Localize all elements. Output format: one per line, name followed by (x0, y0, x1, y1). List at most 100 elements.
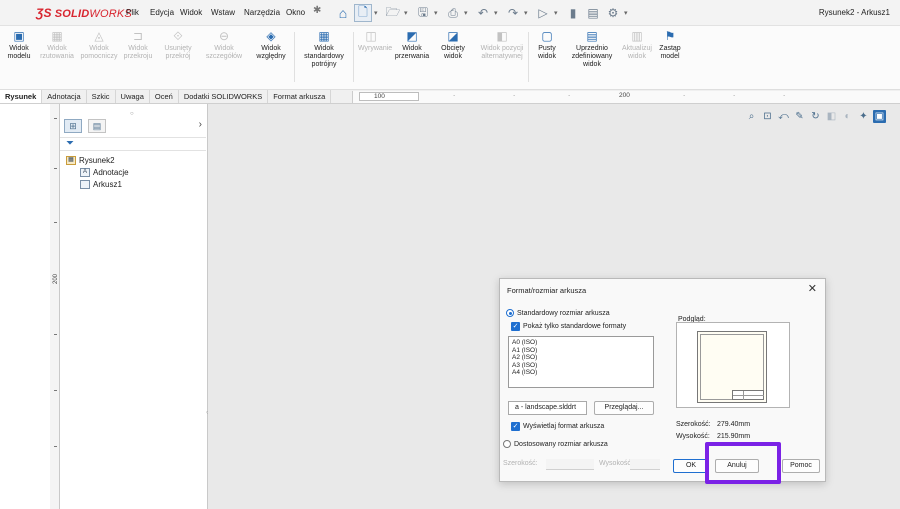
checkmark-icon: ✓ (511, 422, 520, 431)
tree-item-drawing[interactable]: ▦ Rysunek2 (66, 156, 115, 165)
tree-item-label: Adnotacje (93, 168, 129, 177)
chevron-right-icon[interactable]: › (199, 119, 202, 130)
tree-filter[interactable]: ⏷ (60, 137, 206, 151)
ribbon-button-14[interactable]: ▥ Aktualizuj widok (621, 29, 653, 61)
solidworks-logo[interactable]: ƷS SOLIDWORKS (36, 6, 132, 20)
file-properties-icon[interactable]: ▤ (584, 4, 602, 22)
ribbon-separator (353, 32, 354, 82)
ok-button[interactable]: OK (673, 459, 709, 473)
ribbon-button-8[interactable]: ◫ Wyrywanie (358, 29, 392, 53)
custom-size-radio[interactable]: Dostosowany rozmiar arkusza (503, 440, 608, 448)
rotate-icon[interactable]: ↻ (809, 110, 822, 123)
list-item[interactable]: A4 (ISO) (512, 369, 650, 377)
zoom-to-area-icon[interactable]: ⊡ (761, 110, 774, 123)
ribbon-button-2[interactable]: ◬ Widok pomocniczy (80, 29, 118, 61)
filter-icon[interactable]: ⏷ (66, 138, 74, 149)
previous-view-icon[interactable]: ⤺ (777, 110, 790, 123)
document-title: Rysunek2 - Arkusz1 (818, 8, 890, 17)
top-ruler: 100 · · · 200 · · · (352, 91, 900, 103)
hide-show-icon[interactable]: ◧ (825, 110, 838, 123)
feature-tree-tab-icon[interactable]: ⊞ (64, 119, 82, 133)
tab-5[interactable]: Dodatki SOLIDWORKS (179, 90, 269, 103)
undo-icon[interactable]: ↶ (474, 4, 492, 22)
ribbon-button-9[interactable]: ◩ Widok przerwania (392, 29, 432, 61)
new-document-icon[interactable]: 🗋 (354, 4, 372, 22)
list-item[interactable]: A1 (ISO) (512, 347, 650, 355)
menu-edycja[interactable]: Edycja (150, 8, 174, 17)
menu-widok[interactable]: Widok (180, 8, 202, 17)
sketch-tools-icon[interactable]: ✎ (793, 110, 806, 123)
tab-0[interactable]: Rysunek (0, 90, 43, 103)
feature-manager-panel: ○ ⊞ ▤ › ⏷ ▦ Rysunek2 A Adnotacje Arkusz1… (60, 104, 210, 509)
gear-icon[interactable]: ⚙ (604, 4, 622, 22)
display-style-icon[interactable]: ◐ (841, 110, 854, 123)
ribbon-button-12[interactable]: ▢ Pusty widok (533, 29, 561, 61)
ribbon-button-13[interactable]: ▤ Uprzednio zdefiniowany widok (566, 29, 618, 69)
show-standard-checkbox[interactable]: ✓ Pokaż tylko standardowe formaty (511, 322, 626, 331)
auxiliary-view-icon: ◬ (94, 29, 104, 43)
print-icon[interactable]: ⎙ (444, 4, 462, 22)
close-icon[interactable]: ✕ (808, 282, 817, 295)
ribbon-button-7[interactable]: ▦ Widok standardowy potrójny (299, 29, 349, 69)
redo-icon[interactable]: ↷ (504, 4, 522, 22)
format-listbox[interactable]: A0 (ISO) A1 (ISO) A2 (ISO) A3 (ISO) A4 (… (508, 336, 654, 388)
tab-6[interactable]: Format arkusza (268, 90, 332, 103)
tree-item-annotations[interactable]: A Adnotacje (80, 168, 129, 177)
select-icon[interactable]: ▷ (534, 4, 552, 22)
list-item[interactable]: A0 (ISO) (512, 339, 650, 347)
replace-model-icon: ⚑ (664, 29, 676, 43)
ribbon-button-5[interactable]: ⊖ Widok szczegółów (204, 29, 244, 61)
view-settings-icon[interactable]: ✦ (857, 110, 870, 123)
chevron-down-icon[interactable]: ▾ (464, 9, 472, 17)
rebuild-icon[interactable]: ▮ (564, 4, 582, 22)
tree-item-sheet[interactable]: Arkusz1 (80, 180, 122, 189)
ribbon-button-15[interactable]: ⚑ Zastąp model (655, 29, 685, 61)
browse-button[interactable]: Przeglądaj... (594, 401, 654, 415)
menu-plik[interactable]: Plik (126, 8, 139, 17)
menu-wstaw[interactable]: Wstaw (211, 8, 235, 17)
ruler-box: 100 (359, 92, 419, 101)
home-icon[interactable]: ⌂ (334, 4, 352, 22)
ribbon-button-label: Aktualizuj widok (622, 45, 652, 60)
tab-1[interactable]: Adnotacja (42, 90, 87, 103)
list-item[interactable]: A3 (ISO) (512, 362, 650, 370)
custom-height-field[interactable] (630, 459, 660, 470)
ribbon-button-10[interactable]: ◪ Obcięty widok (434, 29, 472, 61)
tab-4[interactable]: Oceń (150, 90, 179, 103)
display-format-checkbox[interactable]: ✓ Wyświetlaj format arkusza (511, 422, 604, 431)
help-button[interactable]: Pomoc (782, 459, 820, 473)
ribbon-button-label: Widok pomocniczy (80, 45, 118, 60)
custom-width-label: Szerokość: (503, 460, 538, 467)
monitor-icon[interactable]: ▣ (873, 110, 886, 123)
ribbon-button-label: Widok modelu (7, 45, 31, 60)
menu-okno[interactable]: Okno (286, 8, 305, 17)
chevron-down-icon[interactable]: ▾ (554, 9, 562, 17)
chevron-down-icon[interactable]: ▾ (404, 9, 412, 17)
radio-selected-icon (506, 309, 514, 317)
property-manager-tab-icon[interactable]: ▤ (88, 119, 106, 133)
ribbon-button-6[interactable]: ◈ Widok względny (250, 29, 292, 61)
chevron-down-icon[interactable]: ▾ (374, 9, 382, 17)
tab-2[interactable]: Szkic (87, 90, 116, 103)
list-item[interactable]: A2 (ISO) (512, 354, 650, 362)
ribbon-button-1[interactable]: ▦ Widok rzutowania (38, 29, 76, 61)
open-folder-icon[interactable]: 🗁 (384, 4, 402, 22)
chevron-down-icon[interactable]: ▾ (434, 9, 442, 17)
chevron-down-icon[interactable]: ▾ (494, 9, 502, 17)
sheet-format-file-input[interactable]: a - landscape.slddrt (508, 401, 587, 415)
custom-width-field[interactable] (546, 459, 594, 470)
standard-size-radio[interactable]: Standardowy rozmiar arkusza (506, 309, 610, 317)
radio-unselected-icon (503, 440, 511, 448)
ribbon-button-11[interactable]: ◧ Widok pozycji alternatywnej (480, 29, 524, 61)
chevron-down-icon[interactable]: ▾ (524, 9, 532, 17)
chevron-down-icon[interactable]: ▾ (624, 9, 632, 17)
tab-3[interactable]: Uwaga (116, 90, 150, 103)
ribbon-button-4[interactable]: ⟐ Usunięty przekrój (158, 29, 198, 61)
pin-icon[interactable]: ✱ (313, 5, 321, 16)
ribbon-button-0[interactable]: ▣ Widok modelu (4, 29, 34, 61)
panel-drag-handle[interactable]: ○ (130, 111, 134, 117)
menu-narzedzia[interactable]: Narzędzia (244, 8, 280, 17)
save-icon[interactable]: 🖫 (414, 4, 432, 22)
ribbon-button-3[interactable]: ⊐ Widok przekroju (122, 29, 154, 61)
zoom-to-fit-icon[interactable]: ⌕ (745, 110, 758, 123)
